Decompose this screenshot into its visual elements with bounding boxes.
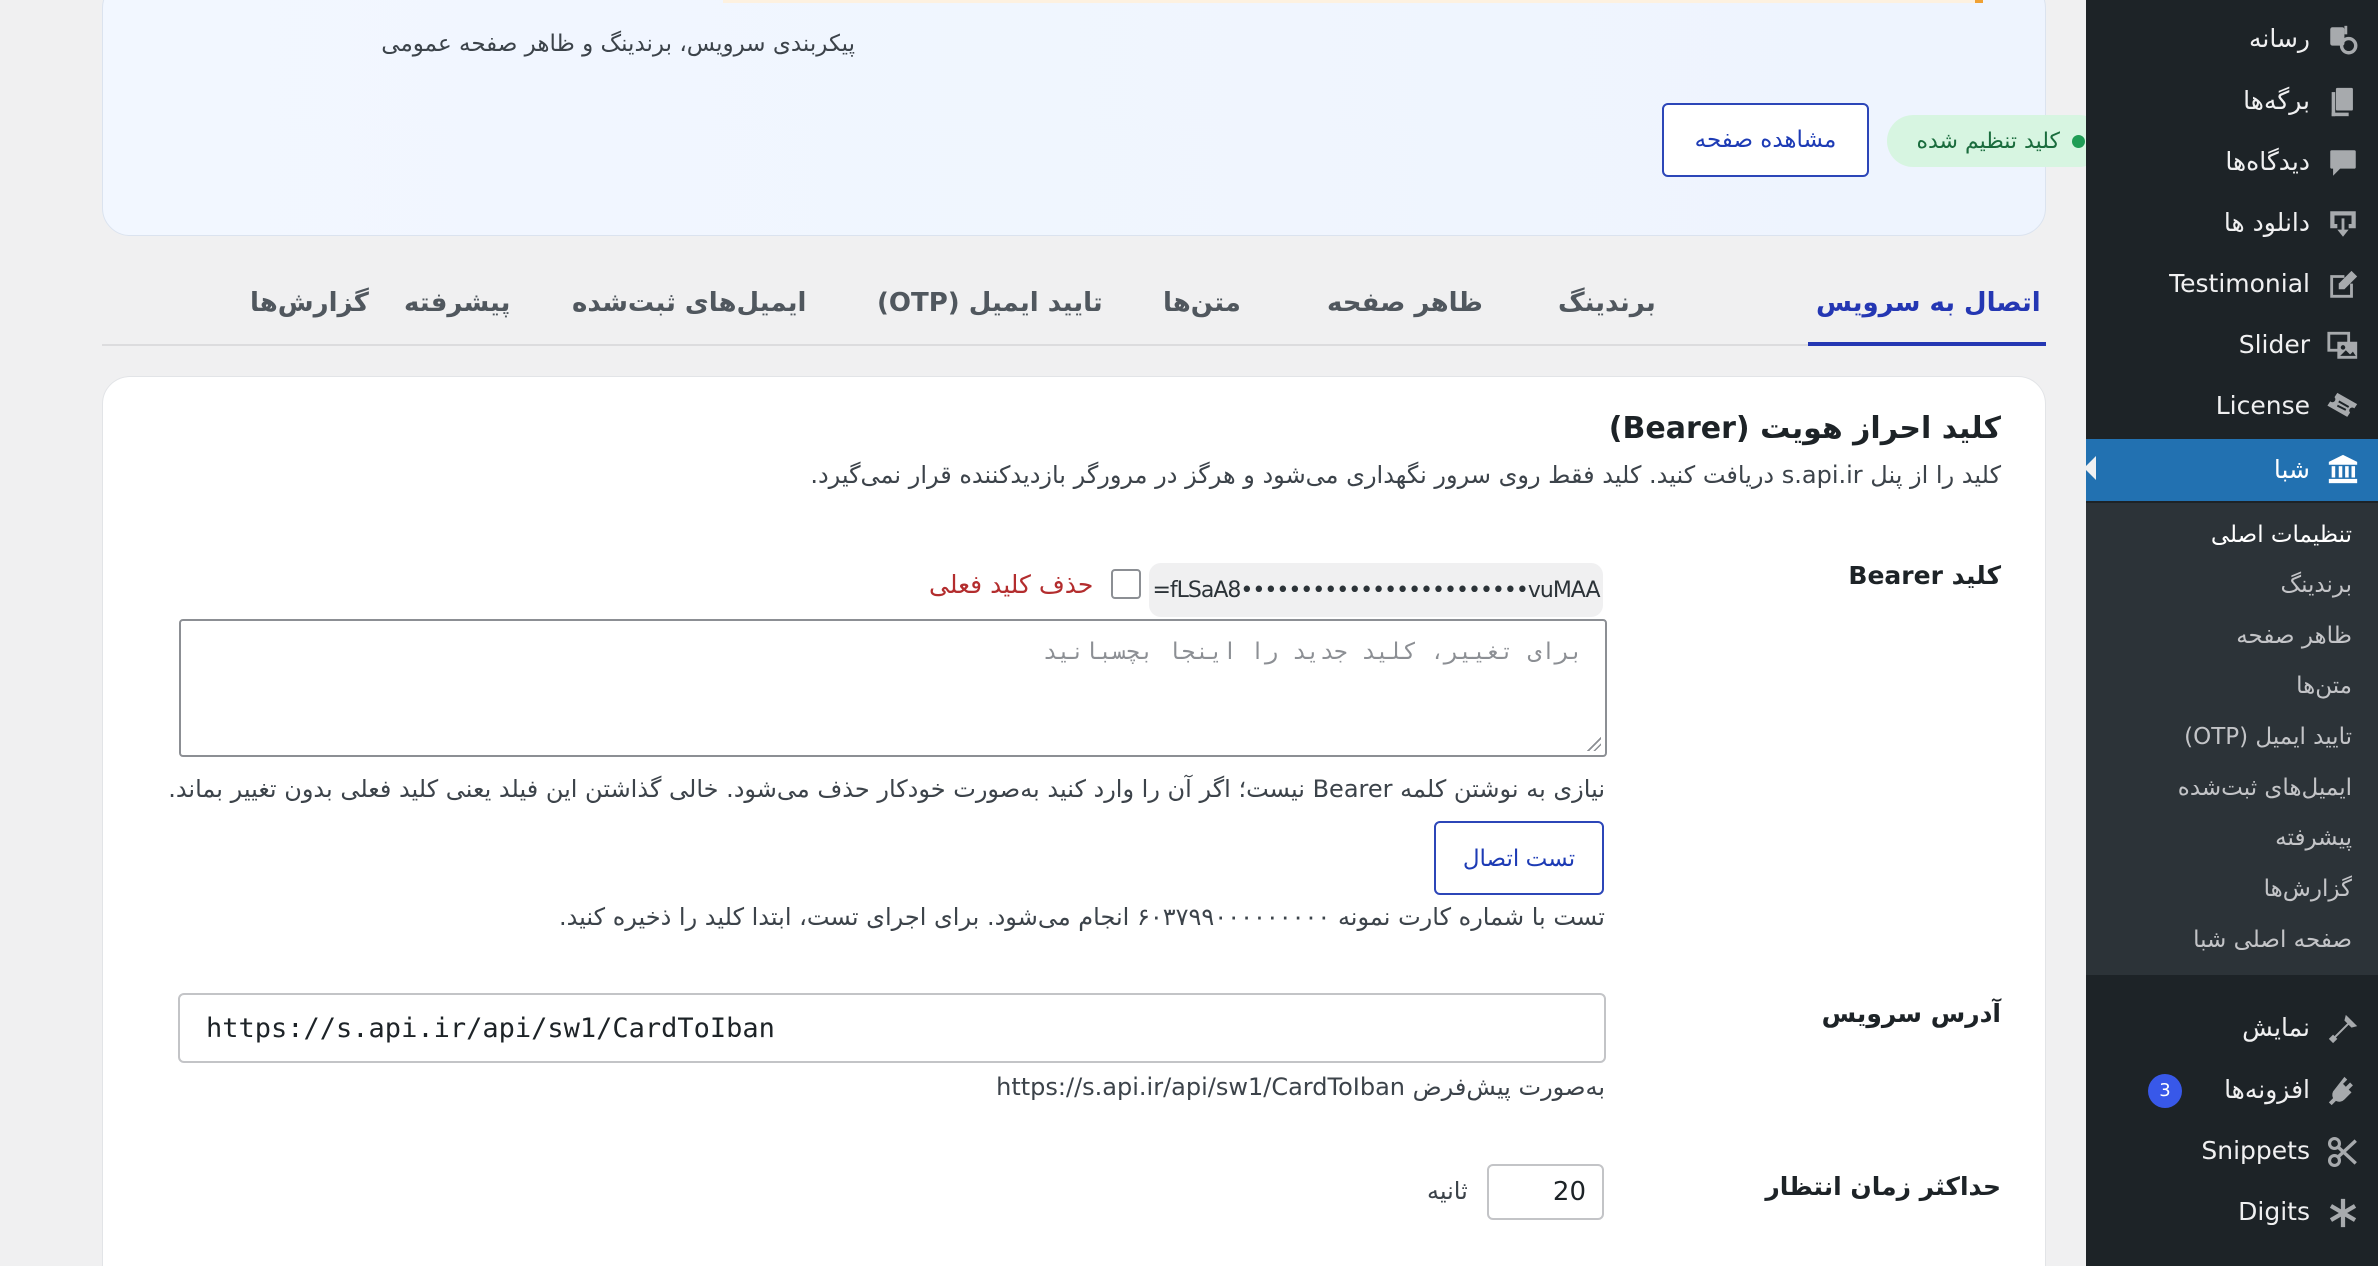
tab-registered-emails[interactable]: ایمیل‌های ثبت‌شده [572, 288, 806, 318]
submenu-item-shaba-home[interactable]: صفحه اصلی شبا [2193, 927, 2352, 953]
timeout-unit: ثانیه [1427, 1177, 1468, 1205]
service-url-label: آدرس سرویس [1821, 999, 2001, 1028]
submenu-item-registered-emails[interactable]: ایمیل‌های ثبت‌شده [2178, 775, 2352, 801]
submenu-item-branding[interactable]: برندینگ [2281, 572, 2353, 598]
sidebar-item-snippets[interactable]: Snippets [2086, 1122, 2378, 1180]
timeout-label: حداکثر زمان انتظار [1765, 1172, 2001, 1201]
tab-email-otp[interactable]: تایید ایمیل (OTP) [877, 288, 1103, 318]
scissors-icon [2326, 1135, 2360, 1169]
section-description: کلید را از پنل s.api.ir دریافت کنید. کلی… [810, 461, 2001, 489]
ticket-icon [2326, 390, 2360, 424]
settings-tabs: برندینگ اتصال به سرویس ظاهر صفحه متن‌ها … [102, 262, 2046, 346]
tab-connection[interactable]: اتصال به سرویس [1816, 288, 2041, 318]
status-badge: کلید تنظیم شده [1887, 115, 2105, 167]
sidebar-item-pages[interactable]: برگه‌ها [2086, 72, 2378, 130]
notice-strip [723, 0, 1983, 3]
sidebar-item-label: Testimonial [2169, 269, 2310, 298]
remove-key-checkbox[interactable] [1111, 569, 1142, 599]
sidebar-item-comments[interactable]: دیدگاه‌ها [2086, 133, 2378, 191]
test-connection-button[interactable]: تست اتصال [1434, 821, 1604, 895]
sidebar-item-appearance[interactable]: نمایش [2086, 999, 2378, 1057]
submenu-item-reports[interactable]: گزارش‌ها [2264, 876, 2352, 902]
sidebar-item-label: Digits [2238, 1197, 2310, 1226]
sidebar-item-shaba[interactable]: شبا [2084, 439, 2378, 501]
remove-key-option[interactable]: حذف کلید فعلی [929, 569, 1142, 599]
submenu-item-main-settings[interactable]: تنظیمات اصلی [2211, 522, 2352, 548]
timeout-input[interactable]: 20 [1487, 1164, 1604, 1220]
sidebar-item-slider[interactable]: Slider [2086, 316, 2378, 374]
page-subtitle: پیکربندی سرویس، برندینگ و ظاهر صفحه عموم… [381, 31, 855, 57]
sidebar-item-testimonial[interactable]: Testimonial [2086, 255, 2378, 313]
settings-header-card: پیکربندی سرویس، برندینگ و ظاهر صفحه عموم… [102, 0, 2105, 236]
plugins-icon [2326, 1074, 2360, 1108]
resize-handle-icon[interactable] [1587, 737, 1601, 751]
connection-settings-card: کلید احراز هویت (Bearer) کلید را از پنل … [102, 376, 2046, 1266]
sidebar-item-label: برگه‌ها [2243, 86, 2310, 115]
tab-appearance[interactable]: ظاهر صفحه [1327, 288, 1483, 318]
submenu-item-email-otp[interactable]: تایید ایمیل (OTP) [2184, 724, 2352, 750]
tab-reports[interactable]: گزارش‌ها [250, 288, 369, 318]
submenu-item-texts[interactable]: متن‌ها [2296, 673, 2352, 699]
section-title: کلید احراز هویت (Bearer) [1608, 411, 2001, 446]
tab-branding[interactable]: برندینگ [1558, 288, 1656, 318]
sidebar-item-label: دیدگاه‌ها [2225, 147, 2310, 176]
sidebar-item-label: افزونه‌ها [2224, 1075, 2310, 1104]
images-icon [2326, 329, 2360, 363]
current-key-display: =fLSaA8••••••••••••••••••••••••vuMAA [1149, 563, 1603, 617]
sidebar-item-label: Snippets [2201, 1136, 2310, 1165]
submenu-item-advanced[interactable]: پیشرفته [2275, 825, 2352, 851]
sidebar-item-label: Slider [2238, 330, 2310, 359]
comments-icon [2326, 146, 2360, 180]
asterisk-icon [2326, 1196, 2360, 1230]
sidebar-item-label: دانلود ها [2223, 208, 2310, 237]
view-page-button[interactable]: مشاهده صفحه [1662, 103, 1869, 177]
tab-advanced[interactable]: پیشرفته [404, 288, 510, 318]
sidebar-item-digits[interactable]: Digits [2086, 1183, 2378, 1241]
sidebar-item-label: رسانه [2249, 24, 2310, 53]
sidebar-item-plugins[interactable]: افزونه‌ها 3 [2086, 1061, 2378, 1119]
key-help-text: نیازی به نوشتن کلمه Bearer نیست؛ اگر آن … [168, 775, 1605, 803]
tab-texts[interactable]: متن‌ها [1163, 288, 1241, 318]
active-tab-indicator [1808, 342, 2046, 346]
service-url-help: به‌صورت پیش‌فرض https://s.api.ir/api/sw1… [996, 1073, 1605, 1101]
test-help-text: تست با شماره کارت نمونه ۶۰۳۷۹۹۰۰۰۰۰۰۰۰۰ … [558, 903, 1605, 931]
remove-key-label: حذف کلید فعلی [929, 569, 1094, 599]
status-badge-label: کلید تنظیم شده [1916, 128, 2060, 154]
service-url-input[interactable]: https://s.api.ir/api/sw1/CardToIban [178, 993, 1606, 1063]
sidebar-item-license[interactable]: License [2086, 377, 2378, 435]
main-content: پیکربندی سرویس، برندینگ و ظاهر صفحه عموم… [0, 0, 2105, 1266]
pages-icon [2326, 85, 2360, 119]
plugins-update-badge: 3 [2148, 1074, 2182, 1108]
admin-sidebar: رسانه برگه‌ها دیدگاه‌ها دانلود ها Testim… [2084, 0, 2378, 1266]
status-dot-icon [2072, 134, 2085, 148]
media-icon [2326, 23, 2360, 57]
sidebar-item-downloads[interactable]: دانلود ها [2086, 194, 2378, 252]
edit-icon [2326, 268, 2360, 302]
sidebar-item-label: نمایش [2242, 1013, 2310, 1042]
submenu-item-appearance[interactable]: ظاهر صفحه [2236, 623, 2352, 649]
new-key-textarea[interactable]: برای تغییر، کلید جدید را اینجا بچسبانید [179, 619, 1607, 757]
appearance-icon [2326, 1012, 2360, 1046]
bank-icon [2326, 452, 2360, 486]
sidebar-item-label: License [2215, 391, 2310, 420]
sidebar-item-media[interactable]: رسانه [2086, 10, 2378, 68]
sidebar-item-label: شبا [2273, 455, 2310, 484]
download-icon [2326, 207, 2360, 241]
bearer-key-label: کلید Bearer [1848, 561, 2001, 590]
